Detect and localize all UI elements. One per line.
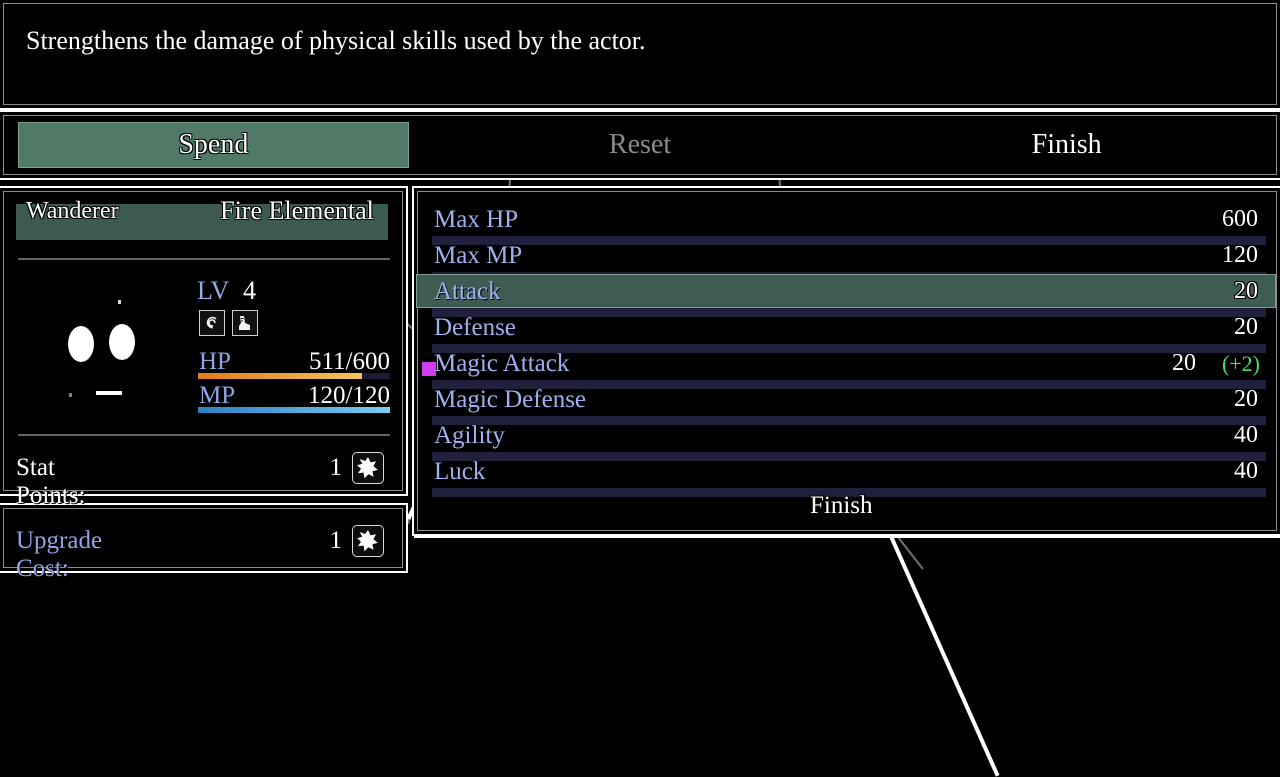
stat-row-value: 20: [1172, 350, 1196, 376]
stat-row-max-mp[interactable]: Max MP 120: [416, 240, 1276, 281]
face-sparkle: [69, 393, 72, 397]
stat-row-bonus: (+2): [1221, 351, 1260, 376]
hp-gauge-fill: [198, 373, 362, 379]
star-burst-icon: [352, 525, 384, 557]
command-item-reset-label: Reset: [608, 129, 672, 160]
face-eye-left: [68, 326, 94, 362]
stat-row-label: Luck: [434, 458, 486, 485]
mp-value: 120/120: [308, 382, 390, 409]
stat-row-value: 40: [1234, 458, 1258, 484]
state-icon-boot: [232, 310, 258, 336]
hp-value: 511/600: [308, 348, 390, 375]
level-label: LV: [197, 276, 230, 305]
command-row: Spend Reset Finish: [0, 110, 1280, 180]
stat-row-value: 600: [1222, 206, 1258, 232]
stat-row-label: Magic Attack: [434, 350, 570, 377]
upgrade-cost-label: Upgrade Cost:: [16, 527, 103, 582]
stat-row-selection-highlight: [416, 274, 1276, 308]
stats-list: Max HP 600 Max MP 120 Attack 20 Defense 20 Magic…: [412, 186, 1280, 536]
face-mouth: [96, 391, 122, 395]
stat-row-label: Max MP: [434, 242, 523, 269]
state-icon-boot-glyph: [239, 316, 250, 330]
stat-row-agility[interactable]: Agility 40: [416, 420, 1276, 461]
stat-row-attack[interactable]: Attack 20: [416, 274, 1276, 317]
stat-row-label: Defense: [434, 314, 516, 341]
mp-gauge-fill: [198, 407, 390, 413]
command-item-finish[interactable]: Finish: [853, 110, 1280, 180]
class-name: Wanderer: [26, 198, 119, 224]
state-icon-spiral: [199, 310, 225, 336]
command-item-spend-label: Spend: [178, 129, 249, 160]
stat-row-value: 40: [1234, 422, 1258, 448]
stat-row-value: 20: [1234, 278, 1258, 304]
stat-row-label: Agility: [434, 422, 505, 449]
finish-overlay-label: Finish: [810, 492, 873, 519]
stat-points-label: Stat Points:: [16, 454, 86, 509]
command-item-spend[interactable]: Spend: [0, 110, 427, 180]
status-divider-bottom: [18, 434, 390, 436]
character-face: [46, 278, 186, 397]
state-icon-spiral-glyph: [206, 316, 217, 329]
command-item-finish-label: Finish: [1031, 129, 1102, 160]
face-eye-right: [109, 324, 135, 360]
face-sparkle: [118, 300, 121, 304]
help-text: Strengthens the damage of physical skill…: [26, 26, 646, 55]
character-name: Fire Elemental: [220, 196, 374, 225]
stat-row-luck[interactable]: Luck 40: [416, 456, 1276, 497]
stat-row-value: 20: [1234, 386, 1258, 412]
command-item-reset[interactable]: Reset: [427, 110, 854, 180]
upgrade-cost-value: 1: [329, 527, 343, 554]
stat-row-label: Attack: [434, 278, 501, 305]
bg-road-right-edge: [886, 528, 1000, 777]
stat-row-value: 20: [1234, 314, 1258, 340]
star-burst-icon-glyph: [357, 530, 378, 552]
stat-row-label: Magic Defense: [434, 386, 587, 413]
status-divider-top: [18, 258, 390, 260]
star-burst-icon: [352, 452, 384, 484]
stat-row-defense[interactable]: Defense 20: [416, 312, 1276, 353]
hp-label: HP: [199, 348, 231, 375]
stat-row-label: Max HP: [434, 206, 519, 233]
stat-row-max-hp[interactable]: Max HP 600: [416, 204, 1276, 245]
level-value: 4: [243, 276, 256, 305]
stat-points-value: 1: [329, 454, 343, 481]
stat-row-magic-defense[interactable]: Magic Defense 20: [416, 384, 1276, 425]
stat-row-magic-attack[interactable]: Magic Attack 20 (+2): [416, 348, 1276, 389]
stat-row-value: 120: [1222, 242, 1258, 268]
star-burst-icon-glyph: [357, 457, 378, 479]
